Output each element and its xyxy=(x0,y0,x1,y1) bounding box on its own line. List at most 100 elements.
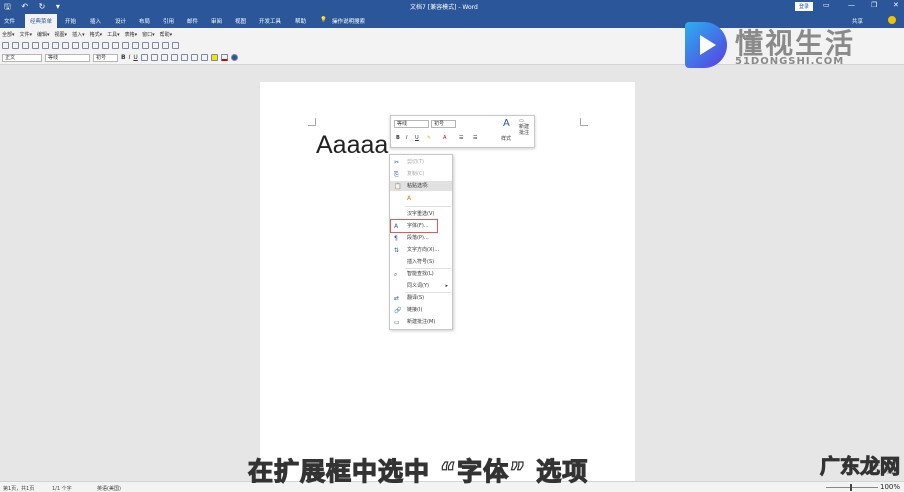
context-menu-item[interactable]: ✂ 剪切(T) xyxy=(390,157,452,167)
new-icon[interactable] xyxy=(2,42,9,49)
char-border-icon[interactable] xyxy=(140,54,148,61)
tab-mailings[interactable]: 邮件 xyxy=(187,17,198,25)
restore-button[interactable]: ❐ xyxy=(871,1,877,9)
context-menu-item[interactable]: 同义词(Y) ▸ xyxy=(390,281,452,291)
menu-edit[interactable]: 编辑▾ xyxy=(37,31,50,38)
new-comment-label: 新建批注 xyxy=(519,124,530,136)
menu-all[interactable]: 全部▾ xyxy=(2,31,15,38)
format-painter-icon[interactable] xyxy=(92,42,99,49)
link-icon[interactable] xyxy=(162,42,169,49)
help-icon[interactable] xyxy=(230,54,238,61)
zoom-icon[interactable] xyxy=(152,42,159,49)
page-count[interactable]: 第1页，共1页 xyxy=(3,485,34,492)
menu-file[interactable]: 文件▾ xyxy=(20,31,33,38)
style-select[interactable]: 正文 xyxy=(2,53,42,62)
zoom-slider[interactable] xyxy=(826,487,878,488)
spelling-icon[interactable] xyxy=(52,42,59,49)
print-icon[interactable] xyxy=(32,42,39,49)
context-menu-item[interactable]: 汉字重选(V) xyxy=(390,209,452,219)
close-button[interactable]: ✕ xyxy=(893,1,899,9)
context-menu-item[interactable]: 📋 粘贴选项: xyxy=(390,181,452,191)
undo-icon[interactable] xyxy=(102,42,109,49)
mini-numbering-icon[interactable]: ☰ xyxy=(473,135,477,141)
context-menu-item[interactable]: ¶ 段落(P)... xyxy=(390,233,452,243)
translate-icon: ⇄ xyxy=(394,295,400,302)
tab-home[interactable]: 开始 xyxy=(65,17,76,25)
tab-file[interactable]: 文件 xyxy=(4,17,15,25)
columns-icon[interactable] xyxy=(132,42,139,49)
menu-view[interactable]: 视图▾ xyxy=(55,31,68,38)
bullets-icon[interactable] xyxy=(180,54,188,61)
table-icon[interactable] xyxy=(122,42,129,49)
menu-insert[interactable]: 插入▾ xyxy=(72,31,85,38)
indent-icon[interactable] xyxy=(200,54,208,61)
mini-bullets-icon[interactable]: ☰ xyxy=(459,135,463,141)
document-text[interactable]: Aaaaa xyxy=(316,131,388,160)
zoom-level[interactable]: 100% xyxy=(878,483,901,491)
context-menu-item[interactable]: ▭ 新建批注(M) xyxy=(390,317,452,327)
tab-layout[interactable]: 布局 xyxy=(139,17,150,25)
context-menu-item[interactable]: ⇅ 文字方向(X)... xyxy=(390,245,452,255)
copy-icon[interactable] xyxy=(72,42,79,49)
login-button[interactable]: 登录 xyxy=(795,2,814,11)
shape-icon[interactable] xyxy=(172,42,179,49)
mini-size-select[interactable]: 初号 xyxy=(431,120,456,128)
context-menu-item[interactable]: A xyxy=(390,193,452,207)
feedback-smiley-icon[interactable] xyxy=(888,16,896,24)
menu-help[interactable]: 帮助▾ xyxy=(160,31,173,38)
italic-button[interactable]: I xyxy=(129,54,131,61)
open-icon[interactable] xyxy=(12,42,19,49)
underline-button[interactable]: U xyxy=(133,54,137,61)
mini-highlight-icon[interactable]: ✎ xyxy=(427,135,431,141)
menu-table[interactable]: 表格▾ xyxy=(125,31,138,38)
paste-icon[interactable] xyxy=(82,42,89,49)
mini-bold-button[interactable]: B xyxy=(396,135,400,141)
context-menu-item[interactable]: 插入符号(S) xyxy=(390,257,452,267)
mini-new-comment-button[interactable]: ▭ 新建批注 xyxy=(519,118,533,136)
word-count[interactable]: 1/1 个字 xyxy=(52,485,72,492)
tab-classic-menu[interactable]: 经典菜单 xyxy=(25,14,58,28)
tab-design[interactable]: 设计 xyxy=(115,17,126,25)
context-menu-item[interactable]: 🔗 链接(I) xyxy=(390,305,452,315)
styles-icon[interactable]: A xyxy=(503,118,510,129)
mini-font-color-icon[interactable]: A xyxy=(443,135,446,141)
menu-window[interactable]: 窗口▾ xyxy=(142,31,155,38)
redo-icon[interactable] xyxy=(112,42,119,49)
align-left-icon[interactable] xyxy=(150,54,158,61)
mini-styles-button[interactable]: 样式 xyxy=(501,135,511,142)
context-menu-label: 复制(C) xyxy=(407,171,425,177)
tab-review[interactable]: 审阅 xyxy=(211,17,222,25)
font-color-icon[interactable] xyxy=(220,54,228,61)
tab-developer[interactable]: 开发工具 xyxy=(259,17,281,25)
ribbon-display-icon[interactable]: ▭ xyxy=(823,1,830,9)
mini-font-select[interactable]: 等线 xyxy=(394,120,429,128)
context-menu-item[interactable]: ⇄ 翻译(S) xyxy=(390,293,452,303)
title-bar: 🖫 ↶ ↻ ▾ 文档7 [兼容模式] - Word 登录 ▭ — ❐ ✕ xyxy=(0,0,904,12)
bold-button[interactable]: B xyxy=(121,54,126,61)
numbering-icon[interactable] xyxy=(190,54,198,61)
tab-help[interactable]: 帮助 xyxy=(295,17,306,25)
context-menu-item[interactable]: ⎘ 复制(C) xyxy=(390,169,452,179)
font-size-select[interactable]: 初号 xyxy=(93,53,118,62)
mini-italic-button[interactable]: I xyxy=(406,135,407,141)
context-menu-item[interactable]: ⌕ 智能查找(L) xyxy=(390,269,452,279)
play-logo-icon xyxy=(685,22,727,68)
align-center-icon[interactable] xyxy=(160,54,168,61)
align-right-icon[interactable] xyxy=(170,54,178,61)
tab-insert[interactable]: 插入 xyxy=(90,17,101,25)
tab-references[interactable]: 引用 xyxy=(163,17,174,25)
drawing-icon[interactable] xyxy=(142,42,149,49)
minimize-button[interactable]: — xyxy=(848,1,855,9)
language[interactable]: 英语(美国) xyxy=(97,485,121,492)
tell-me-search[interactable]: 操作说明搜索 xyxy=(332,17,365,25)
menu-format[interactable]: 格式▾ xyxy=(90,31,103,38)
highlight-icon[interactable] xyxy=(210,54,218,61)
tab-view[interactable]: 视图 xyxy=(235,17,246,25)
preview-icon[interactable] xyxy=(42,42,49,49)
cut-icon[interactable] xyxy=(62,42,69,49)
font-select[interactable]: 等线 xyxy=(45,53,90,62)
zoom-slider-thumb[interactable] xyxy=(850,484,852,491)
menu-tools[interactable]: 工具▾ xyxy=(107,31,120,38)
save-icon[interactable] xyxy=(22,42,29,49)
mini-underline-button[interactable]: U xyxy=(415,135,419,141)
